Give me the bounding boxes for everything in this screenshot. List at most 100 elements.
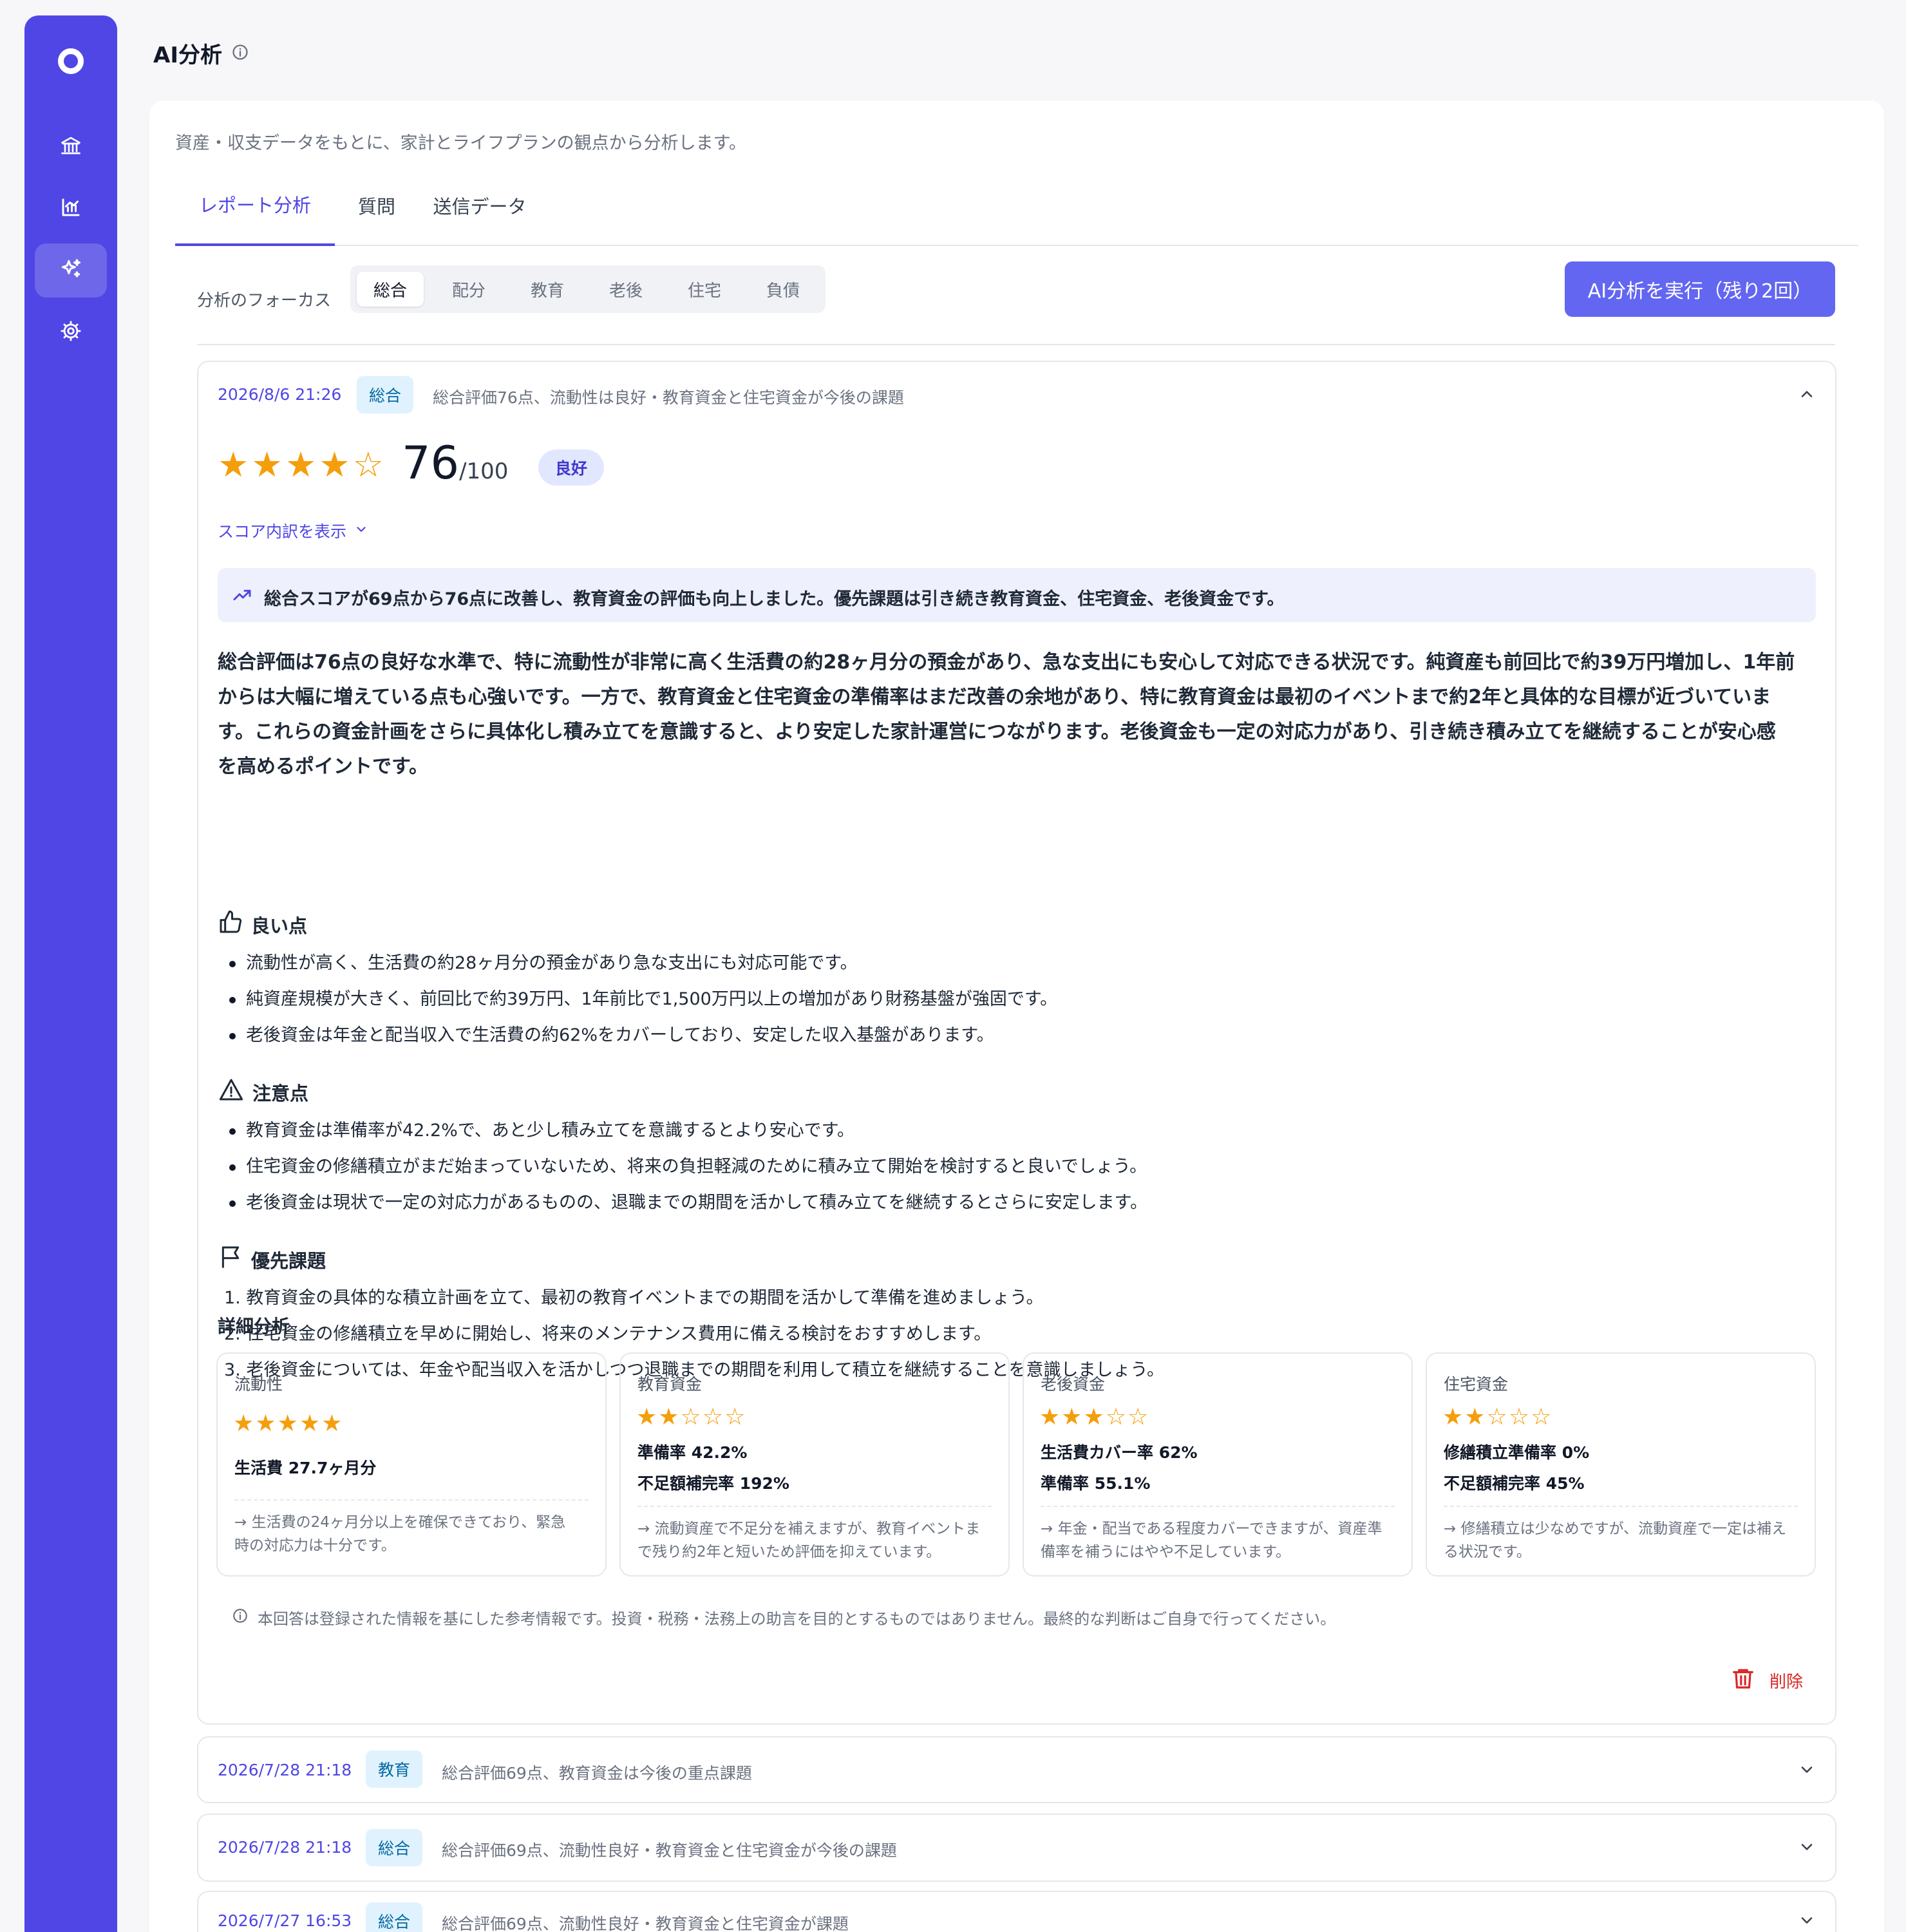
detail-card-housing: 住宅資金 ★★☆☆☆ 修繕積立準備率 0% 不足額補完率 45% → 修繕積立は… [1426, 1352, 1816, 1577]
list-item: 住宅資金の修繕積立がまだ始まっていないため、将来の負担軽減のために積み立て開始を… [227, 1149, 1147, 1185]
sidebar-item-ai[interactable] [35, 243, 107, 298]
good-points-title: 良い点 [251, 914, 308, 937]
caution-title: 注意点 [252, 1082, 309, 1104]
report-focus-badge: 総合 [357, 376, 413, 413]
list-item: 純資産規模が大きく、前回比で約39万円、1年前比で1,500万円以上の増加があり… [227, 981, 1057, 1018]
detail-card-title: 住宅資金 [1444, 1375, 1509, 1394]
note-line: 備率を補うにはやや不足しています。 [1041, 1544, 1291, 1560]
sidebar-item-assets[interactable] [35, 120, 107, 174]
chevron-down-icon[interactable] [1798, 1911, 1816, 1932]
thumbs-up-icon [218, 909, 243, 940]
bank-icon [59, 134, 82, 160]
priority-heading: 優先課題 [218, 1244, 326, 1274]
detail-card-note: → 流動資産で不足分を補えますが、教育イベントま で残り約2年と短いため評価を抑… [637, 1517, 992, 1564]
report-card: 2026/8/6 21:26 総合 総合評価76点、流動性は良好・教育資金と住宅… [197, 361, 1836, 1725]
history-card-header[interactable]: 2026/7/28 21:18 総合 総合評価69点、流動性良好・教育資金と住宅… [218, 1815, 1816, 1882]
list-item: 流動性が高く、生活費の約28ヶ月分の預金があり急な支出にも対応可能です。 [227, 945, 1057, 981]
history-date: 2026/7/28 21:18 [218, 1838, 352, 1857]
focus-option-education[interactable]: 教育 [514, 272, 581, 307]
history-date: 2026/7/28 21:18 [218, 1761, 352, 1779]
list-item: 老後資金は現状で一定の対応力があるものの、退職までの期間を活かして積み立てを継続… [227, 1185, 1147, 1221]
history-card-header[interactable]: 2026/7/27 16:53 総合 総合評価69点、流動性良好・教育資金と住宅… [218, 1892, 1816, 1932]
focus-option-debt[interactable]: 負債 [750, 272, 816, 307]
detail-card-metric: 修繕積立準備率 0% [1444, 1443, 1590, 1462]
detail-card-metric: 不足額補完率 192% [637, 1474, 789, 1493]
sidebar-item-settings[interactable] [35, 305, 107, 359]
focus-option-overall[interactable]: 総合 [357, 272, 424, 307]
sparkles-icon [59, 257, 83, 284]
flag-icon [218, 1244, 243, 1274]
report-summary: 総合評価76点、流動性は良好・教育資金と住宅資金が今後の課題 [433, 388, 904, 407]
good-points-list: 流動性が高く、生活費の約28ヶ月分の預金があり急な支出にも対応可能です。 純資産… [227, 945, 1057, 1054]
caution-list: 教育資金は準備率が42.2%で、あと少し積み立てを意識するとより安心です。 住宅… [227, 1113, 1147, 1221]
page-title: AI分析 [153, 37, 249, 69]
score-breakdown-toggle[interactable]: スコア内訳を表示 [218, 519, 368, 542]
list-item: 2. 住宅資金の修繕積立を早めに開始し、将来のメンテナンス費用に備える検討をおす… [224, 1324, 992, 1344]
tab-question[interactable]: 質問 [335, 165, 419, 246]
logo[interactable] [58, 48, 84, 74]
detail-card-metric: 生活費 27.7ヶ月分 [234, 1459, 377, 1477]
chevron-down-icon[interactable] [1798, 1761, 1816, 1781]
history-card[interactable]: 2026/7/27 16:53 総合 総合評価69点、流動性良好・教育資金と住宅… [197, 1891, 1836, 1932]
detail-card-retirement: 老後資金 ★★★☆☆ 生活費カバー率 62% 準備率 55.1% → 年金・配当… [1023, 1352, 1413, 1577]
history-card[interactable]: 2026/7/28 21:18 総合 総合評価69点、流動性良好・教育資金と住宅… [197, 1814, 1836, 1882]
detail-card-note: → 生活費の24ヶ月分以上を確保できており、緊急 時の対応力は十分です。 [234, 1511, 589, 1557]
detail-card-metric: 不足額補完率 45% [1444, 1474, 1585, 1493]
delete-button[interactable]: 削除 [1731, 1665, 1803, 1696]
detail-card-metric: 準備率 42.2% [637, 1443, 748, 1462]
overview-paragraph: 総合評価は76点の良好な水準で、特に流動性が非常に高く生活費の約28ヶ月分の預金… [218, 645, 1816, 784]
sidebar [24, 15, 117, 1932]
detail-card-stars: ★★★☆☆ [1039, 1404, 1150, 1430]
history-card-header[interactable]: 2026/7/28 21:18 教育 総合評価69点、教育資金は今後の重点課題 [218, 1738, 1816, 1804]
caution-heading: 注意点 [218, 1077, 308, 1107]
history-card[interactable]: 2026/7/28 21:18 教育 総合評価69点、教育資金は今後の重点課題 [197, 1736, 1836, 1803]
note-line: → 流動資産で不足分を補えますが、教育イベントま [637, 1520, 981, 1537]
report-card-header[interactable]: 2026/8/6 21:26 総合 総合評価76点、流動性は良好・教育資金と住宅… [218, 362, 1816, 429]
run-analysis-button[interactable]: AI分析を実行（残り2回） [1565, 261, 1835, 317]
note-line: → 年金・配当である程度カバーできますが、資産準 [1041, 1520, 1382, 1537]
info-icon[interactable] [231, 43, 249, 64]
focus-option-retirement[interactable]: 老後 [592, 272, 659, 307]
tab-sent-data[interactable]: 送信データ [419, 165, 541, 246]
chevron-down-icon[interactable] [1798, 1838, 1816, 1859]
detail-card-metric: 生活費カバー率 62% [1041, 1443, 1198, 1462]
divider [1444, 1506, 1798, 1507]
focus-option-housing[interactable]: 住宅 [671, 272, 738, 307]
detail-card-metric: 準備率 55.1% [1041, 1474, 1151, 1493]
sidebar-item-chart[interactable] [35, 182, 107, 236]
trend-text: 総合スコアが69点から76点に改善し、教育資金の評価も向上しました。優先課題は引… [264, 589, 1285, 609]
chevron-up-icon[interactable] [1798, 385, 1816, 406]
priority-title: 優先課題 [251, 1249, 326, 1272]
note-line: → 生活費の24ヶ月分以上を確保できており、緊急 [234, 1514, 566, 1531]
detail-card-stars: ★★☆☆☆ [636, 1404, 747, 1430]
delete-label: 削除 [1769, 1672, 1803, 1692]
note-line: で残り約2年と短いため評価を抑えています。 [637, 1544, 941, 1560]
disclaimer-text: 本回答は登録された情報を基にした参考情報です。投資・税務・法務上の助言を目的とす… [258, 1610, 1336, 1628]
detail-card-note: → 年金・配当である程度カバーできますが、資産準 備率を補うにはやや不足していま… [1041, 1517, 1395, 1564]
page-title-text: AI分析 [153, 43, 222, 68]
info-icon [232, 1607, 249, 1628]
history-focus-badge: 総合 [366, 1902, 422, 1932]
detail-card-education: 教育資金 ★★☆☆☆ 準備率 42.2% 不足額補完率 192% → 流動資産で… [619, 1352, 1010, 1577]
main-panel: 資産・収支データをもとに、家計とライフプランの観点から分析します。 レポート分析… [149, 100, 1884, 1932]
note-line: → 修繕積立は少なめですが、流動資産で一定は補え [1444, 1520, 1787, 1537]
overview-line: からは大幅に増えている点も心強いです。一方で、教育資金と住宅資金の準備率はまだ改… [218, 686, 1771, 708]
good-points-heading: 良い点 [218, 909, 307, 940]
score-label-badge: 良好 [538, 450, 604, 486]
focus-option-allocation[interactable]: 配分 [435, 272, 502, 307]
report-date: 2026/8/6 21:26 [218, 385, 342, 404]
focus-row: 分析のフォーカス 総合 配分 教育 老後 住宅 負債 AI分析を実行（残り2回） [197, 261, 1835, 345]
divider [234, 1499, 589, 1501]
score-denominator: /100 [459, 459, 509, 484]
history-summary: 総合評価69点、教育資金は今後の重点課題 [442, 1764, 752, 1783]
focus-segmented-control: 総合 配分 教育 老後 住宅 負債 [350, 265, 826, 313]
tab-report[interactable]: レポート分析 [175, 165, 335, 246]
settings-icon [60, 320, 82, 345]
score-value: 76/100 [402, 437, 508, 489]
overview-line: 総合評価は76点の良好な水準で、特に流動性が非常に高く生活費の約28ヶ月分の預金… [218, 651, 1795, 674]
note-line: 時の対応力は十分です。 [234, 1537, 396, 1554]
history-focus-badge: 教育 [366, 1750, 422, 1788]
chart-icon [59, 196, 82, 222]
trash-icon [1731, 1665, 1755, 1696]
trending-up-icon [232, 585, 252, 608]
